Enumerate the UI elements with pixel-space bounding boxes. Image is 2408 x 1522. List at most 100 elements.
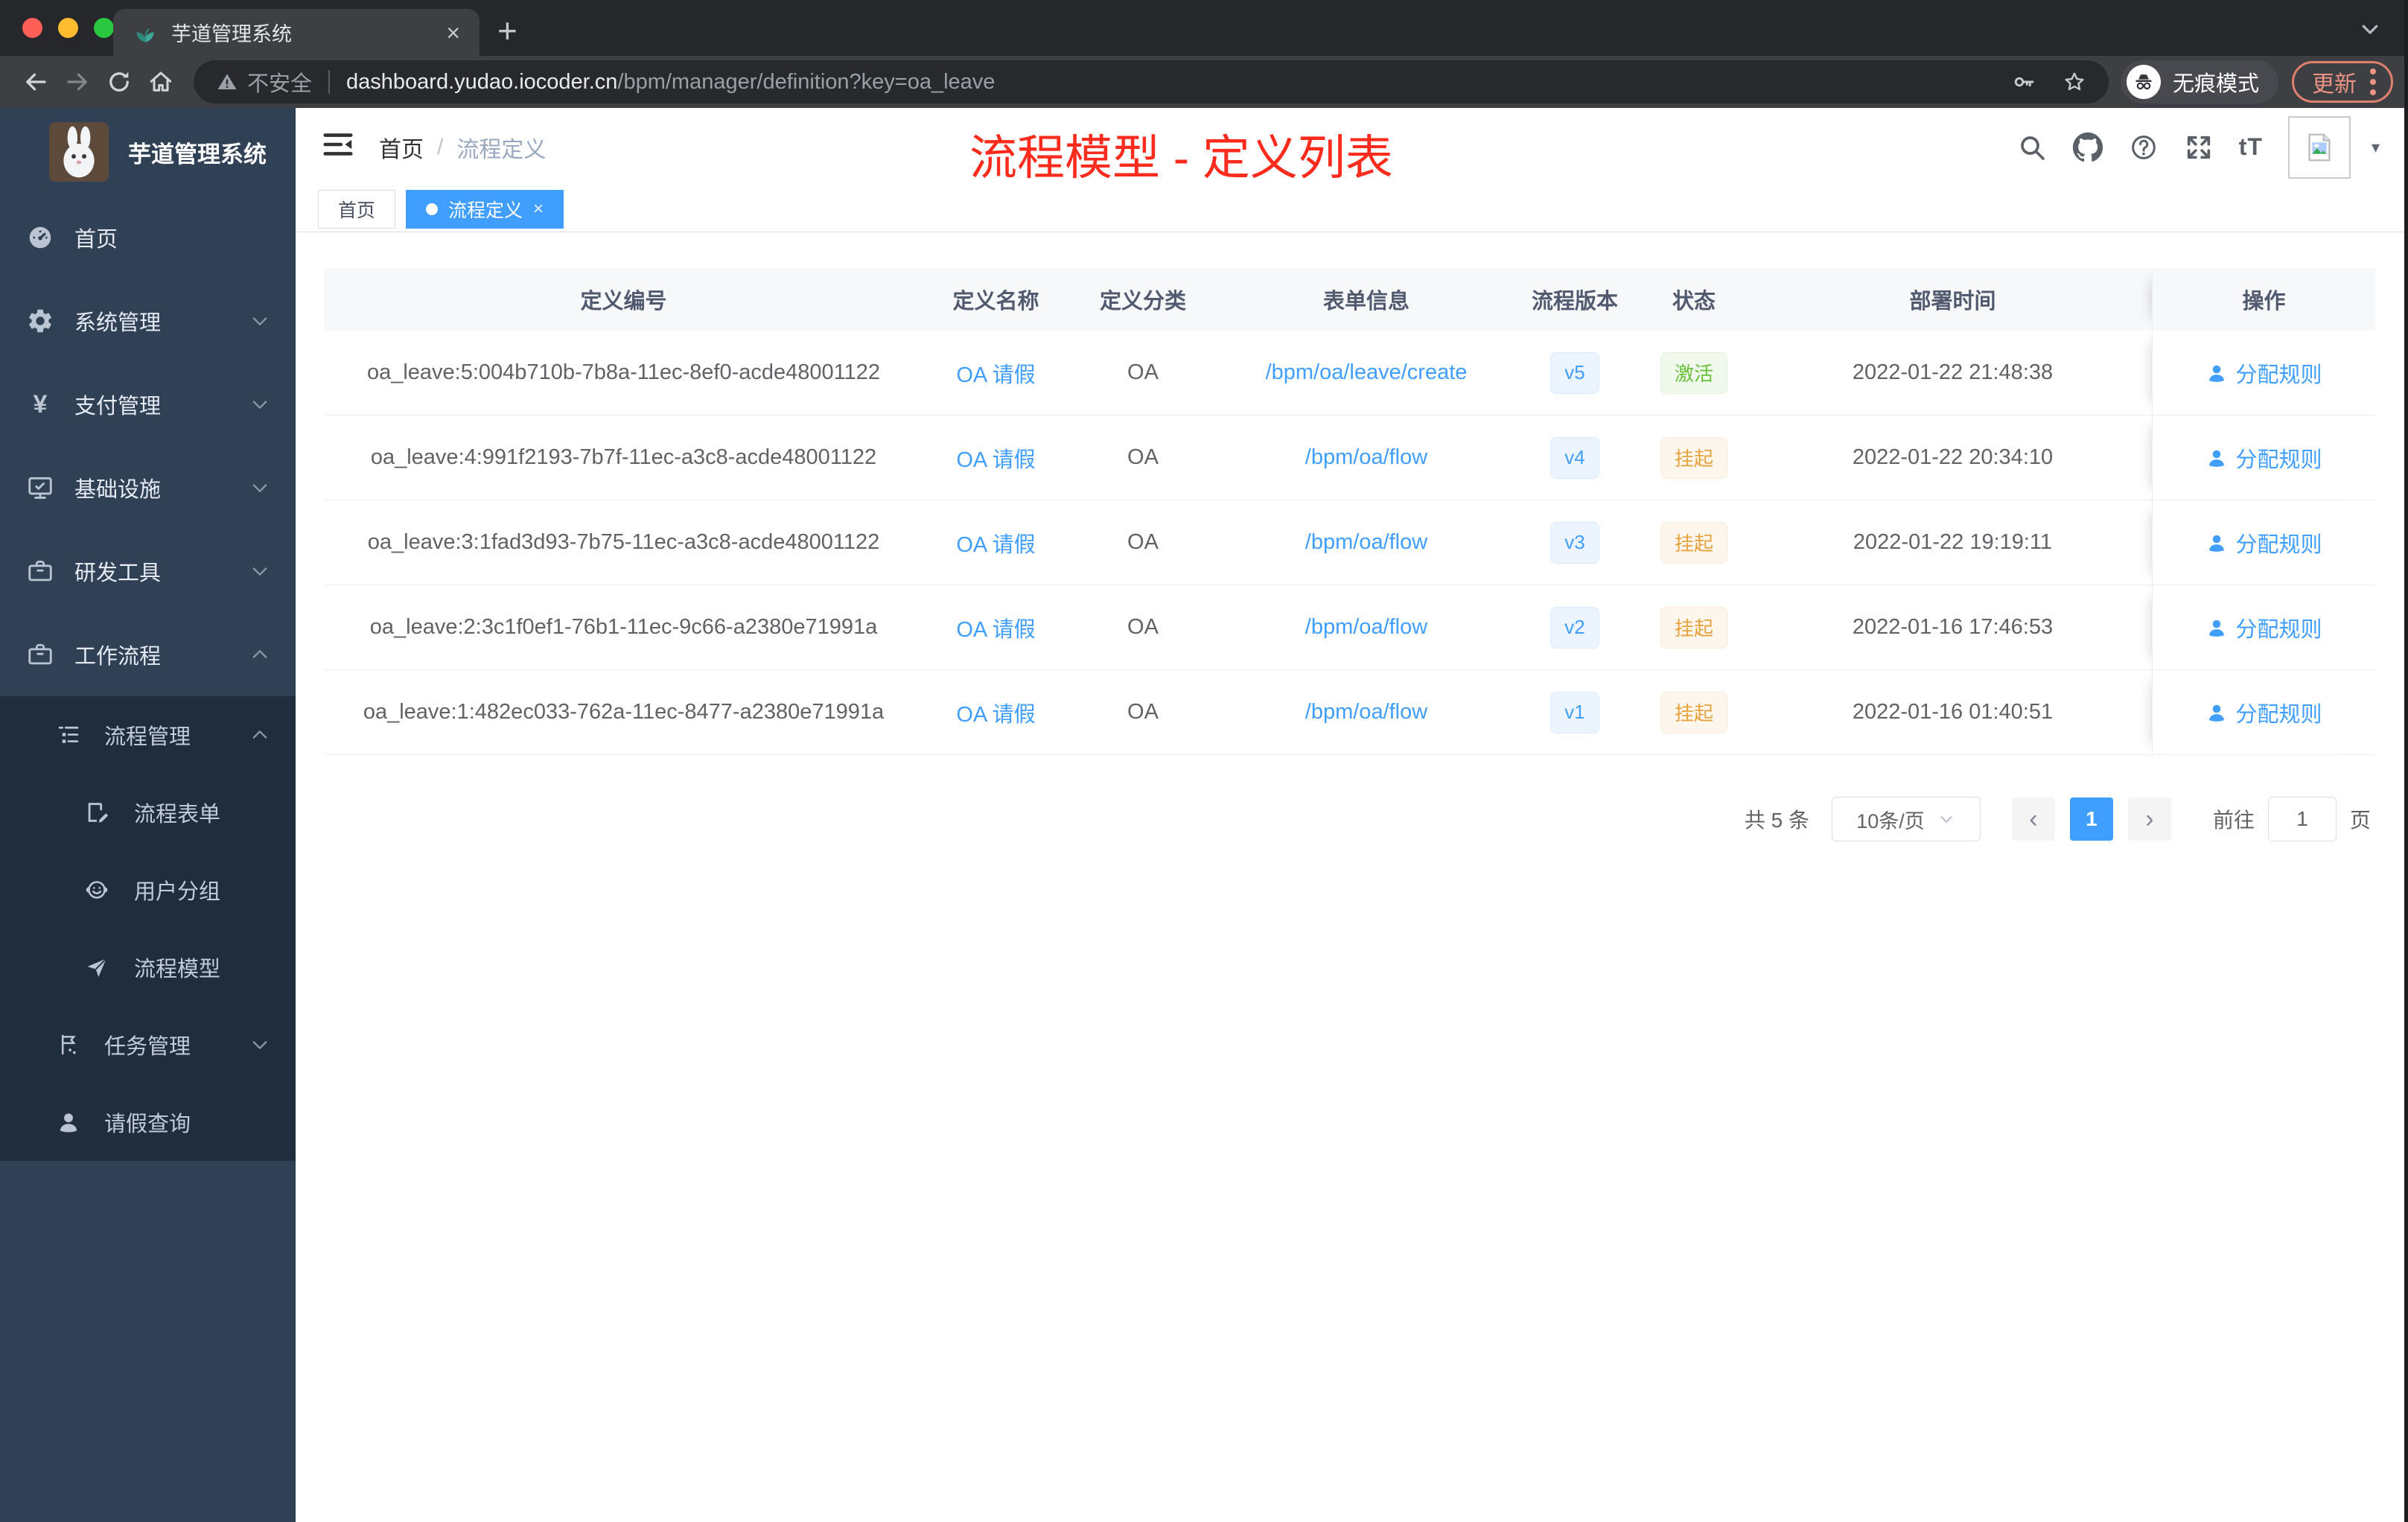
- definition-table: 定义编号 定义名称 定义分类 表单信息 流程版本 状态 部署时间 操作 oa_l…: [324, 268, 2375, 755]
- browser-menu-icon[interactable]: [2370, 69, 2376, 95]
- monitor-icon: [24, 474, 57, 502]
- update-label[interactable]: 更新: [2312, 66, 2357, 98]
- version-badge: v3: [1550, 521, 1599, 564]
- goto-page-input[interactable]: 1: [2267, 797, 2337, 841]
- annotation-title: 流程模型 - 定义列表: [969, 131, 1393, 185]
- assign-rule-button[interactable]: 分配规则: [2205, 442, 2322, 474]
- security-label[interactable]: 不安全: [247, 66, 312, 98]
- table-body: oa_leave:5:004b710b-7b8a-11ec-8ef0-acde4…: [324, 331, 2375, 755]
- sidebar-item-home[interactable]: 首页: [0, 196, 296, 279]
- tab-search-icon[interactable]: [2359, 18, 2381, 40]
- sidebar-item-system[interactable]: 系统管理: [0, 279, 296, 363]
- status-badge: 激活: [1660, 351, 1727, 394]
- new-tab-button[interactable]: +: [497, 10, 517, 51]
- help-icon[interactable]: [2129, 133, 2159, 162]
- prev-page-button[interactable]: ‹: [2011, 797, 2055, 841]
- security-warning-icon[interactable]: [216, 71, 238, 93]
- avatar-caret-icon[interactable]: ▾: [2372, 138, 2380, 157]
- form-link[interactable]: /bpm/oa/flow: [1305, 700, 1427, 725]
- assign-rule-button[interactable]: 分配规则: [2205, 527, 2322, 558]
- tag-close-icon[interactable]: ×: [533, 199, 544, 220]
- avatar[interactable]: [2287, 115, 2351, 179]
- minimize-window-button[interactable]: [58, 18, 78, 38]
- sidebar-item-label: 研发工具: [74, 561, 162, 585]
- tab-close-icon[interactable]: ×: [446, 21, 460, 45]
- task-flow-icon: [52, 1032, 85, 1057]
- window-edge: [2404, 0, 2408, 1522]
- sidebar-item-process-model[interactable]: 流程模型: [0, 929, 296, 1006]
- chevron-up-icon: [249, 644, 270, 665]
- home-icon[interactable]: [140, 61, 182, 103]
- sidebar-item-infra[interactable]: 基础设施: [0, 446, 296, 529]
- assign-rule-label: 分配规则: [2235, 617, 2322, 642]
- assign-rule-label: 分配规则: [2235, 448, 2322, 472]
- breadcrumb-current: 流程定义: [456, 137, 547, 162]
- definition-name-link[interactable]: OA 请假: [956, 697, 1035, 728]
- tag-home[interactable]: 首页: [318, 189, 396, 229]
- assign-rule-button[interactable]: 分配规则: [2205, 612, 2322, 643]
- browser-update-button[interactable]: 更新: [2292, 61, 2393, 103]
- search-icon[interactable]: [2017, 133, 2047, 162]
- form-link[interactable]: /bpm/oa/flow: [1305, 445, 1427, 470]
- goto-label: 前往: [2212, 809, 2255, 832]
- definition-name-link[interactable]: OA 请假: [956, 442, 1035, 474]
- tag-process-definition[interactable]: 流程定义 ×: [406, 189, 564, 229]
- close-window-button[interactable]: [22, 18, 42, 38]
- logo-avatar: [49, 122, 109, 182]
- next-page-button[interactable]: ›: [2127, 797, 2171, 841]
- sidebar-item-process-mgmt[interactable]: 流程管理: [0, 696, 296, 774]
- column-header: 定义分类: [1068, 268, 1217, 331]
- sidebar-item-workflow[interactable]: 工作流程: [0, 613, 296, 696]
- form-link[interactable]: /bpm/oa/flow: [1305, 615, 1427, 640]
- fullscreen-icon[interactable]: [2184, 133, 2214, 162]
- form-link[interactable]: /bpm/oa/leave/create: [1266, 360, 1468, 385]
- password-key-icon[interactable]: [2012, 70, 2036, 94]
- reload-icon[interactable]: [98, 61, 140, 103]
- version-badge: v1: [1550, 691, 1599, 733]
- form-link[interactable]: /bpm/oa/flow: [1305, 530, 1427, 555]
- definition-id: oa_leave:4:991f2193-7b7f-11ec-a3c8-acde4…: [324, 415, 923, 500]
- column-header: 定义编号: [324, 268, 923, 331]
- zoom-window-button[interactable]: [94, 18, 114, 38]
- page-number-current[interactable]: 1: [2069, 797, 2113, 841]
- assign-rule-button[interactable]: 分配规则: [2205, 697, 2322, 728]
- tab-title: 芋道管理系统: [171, 23, 292, 45]
- definition-name-link[interactable]: OA 请假: [956, 527, 1035, 558]
- window-controls: [22, 18, 114, 38]
- back-icon[interactable]: [15, 61, 57, 103]
- deploy-time: 2022-01-16 17:46:53: [1754, 585, 2152, 670]
- sidebar-item-label: 基础设施: [74, 478, 162, 502]
- form-edit-icon: [80, 800, 113, 825]
- breadcrumb-separator: /: [437, 134, 444, 159]
- tags-bar: 首页 流程定义 ×: [296, 186, 2408, 232]
- sidebar-logo[interactable]: 芋道管理系统: [0, 108, 296, 196]
- page-size-select[interactable]: 10条/页: [1831, 797, 1981, 841]
- assign-rule-button[interactable]: 分配规则: [2205, 357, 2322, 389]
- font-size-icon[interactable]: tT: [2239, 133, 2263, 161]
- deploy-time: 2022-01-22 19:19:11: [1754, 500, 2152, 585]
- forward-icon[interactable]: [57, 61, 98, 103]
- bookmark-star-icon[interactable]: [2063, 70, 2086, 94]
- sidebar-item-user-group[interactable]: 用户分组: [0, 851, 296, 929]
- sidebar-toggle-icon[interactable]: [321, 127, 355, 162]
- table-header-row: 定义编号 定义名称 定义分类 表单信息 流程版本 状态 部署时间 操作: [324, 268, 2375, 331]
- breadcrumb-home[interactable]: 首页: [379, 131, 424, 164]
- toolbox-icon: [24, 557, 57, 585]
- address-bar[interactable]: 不安全 dashboard.yudao.iocoder.cn/bpm/manag…: [194, 60, 2109, 104]
- table-row: oa_leave:4:991f2193-7b7f-11ec-a3c8-acde4…: [324, 415, 2375, 500]
- sidebar-item-task-mgmt[interactable]: 任务管理: [0, 1006, 296, 1083]
- github-icon[interactable]: [2072, 132, 2103, 163]
- sidebar-item-pay[interactable]: ¥ 支付管理: [0, 363, 296, 446]
- definition-name-link[interactable]: OA 请假: [956, 612, 1035, 643]
- incognito-icon: [2126, 65, 2161, 99]
- sidebar-item-leave-query[interactable]: 请假查询: [0, 1083, 296, 1161]
- sidebar-item-process-form[interactable]: 流程表单: [0, 774, 296, 851]
- browser-tab[interactable]: 芋道管理系统 ×: [113, 9, 480, 56]
- logo-title: 芋道管理系统: [128, 141, 267, 168]
- tree-list-icon: [52, 722, 85, 748]
- sidebar-item-devtools[interactable]: 研发工具: [0, 529, 296, 613]
- assign-rule-label: 分配规则: [2235, 532, 2322, 557]
- chevron-down-icon: [1937, 809, 1956, 829]
- definition-name-link[interactable]: OA 请假: [956, 357, 1035, 389]
- page-header: 首页 / 流程定义 流程模型 - 定义列表 tT ▾: [296, 108, 2408, 186]
